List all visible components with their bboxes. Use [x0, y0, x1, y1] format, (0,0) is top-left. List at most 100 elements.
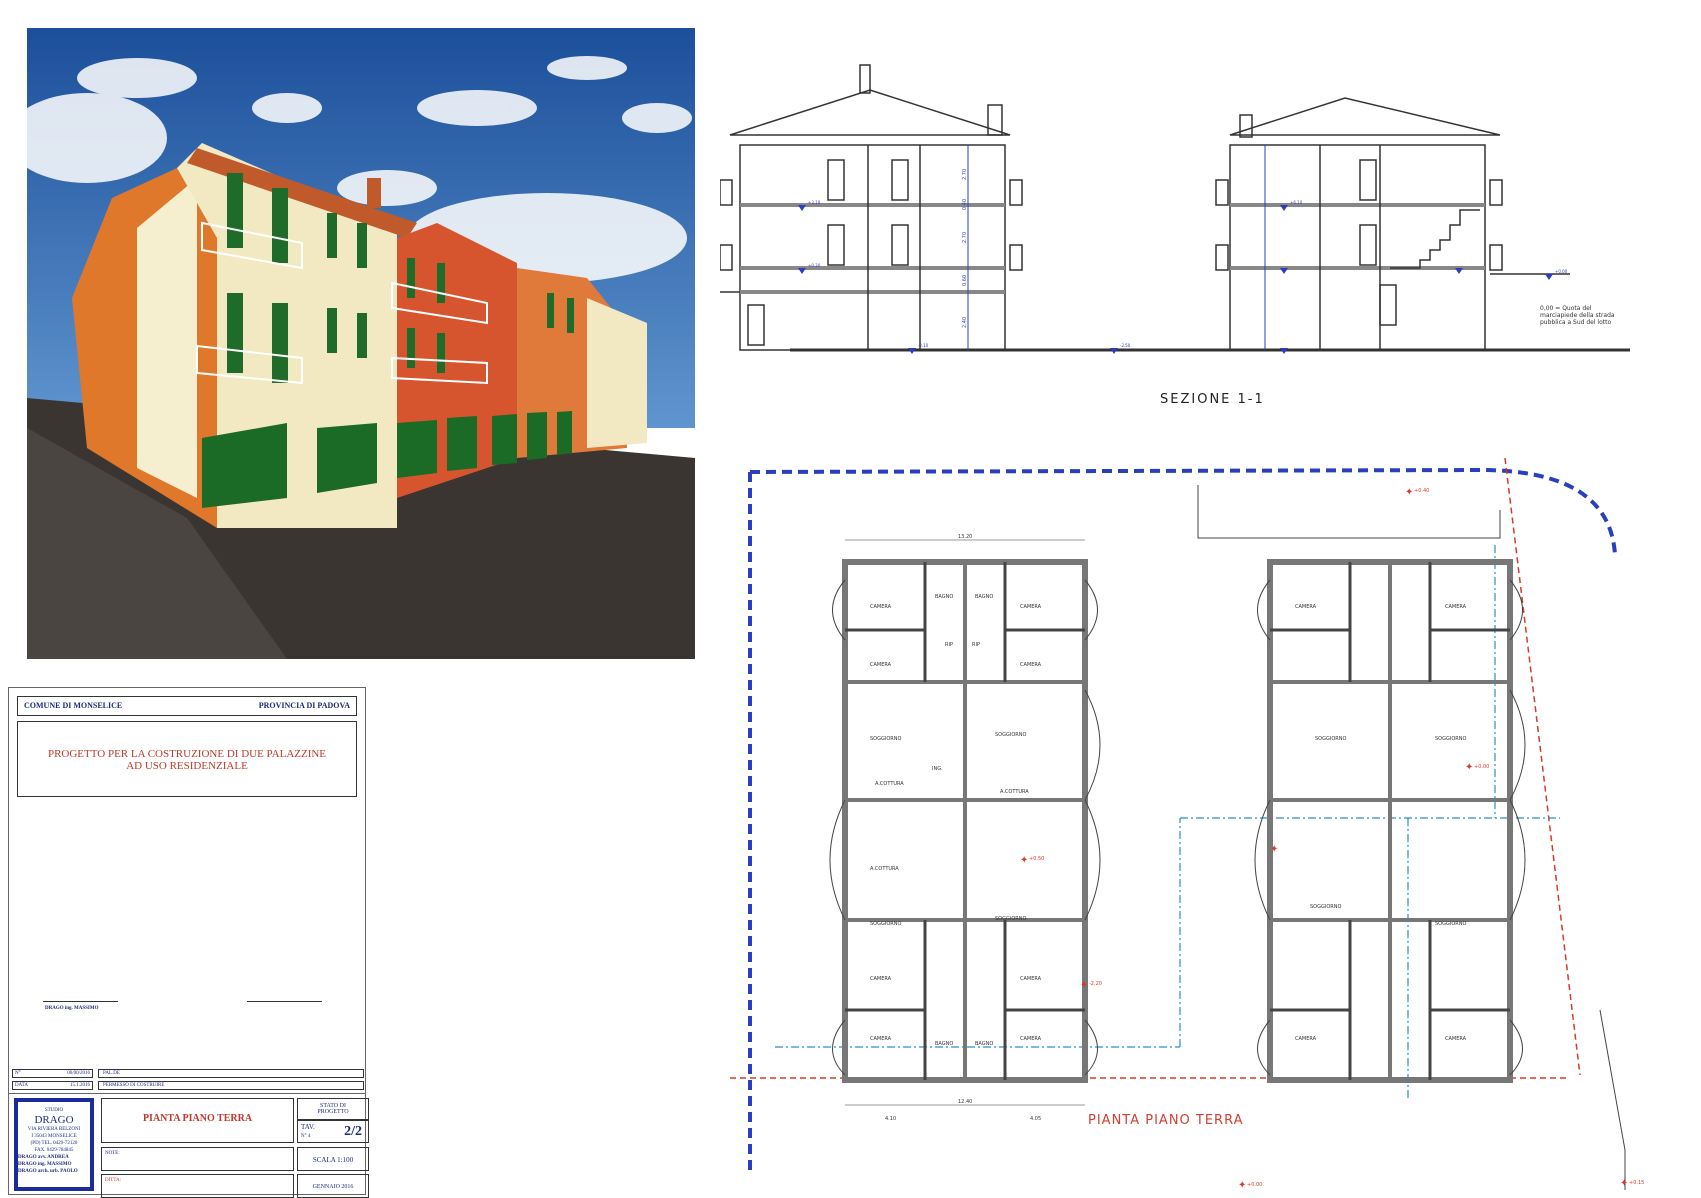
level-label: -2.20	[1089, 981, 1102, 987]
studio-name: DRAGO	[34, 1114, 74, 1126]
dimension-label: 12.40	[958, 1099, 972, 1105]
level-markers: ✦ ✦ ✦ ✦ ✦ ✦ ✦	[1020, 487, 1628, 1191]
tav-sub: N° 4	[301, 1134, 311, 1139]
prot-label: N°	[15, 1071, 21, 1076]
section-title: SEZIONE 1-1	[1160, 392, 1265, 407]
prot-value: 00/00/2016	[67, 1071, 90, 1076]
room-label: CAMERA	[1020, 662, 1042, 668]
room-label: RIP	[972, 642, 980, 648]
data-label: DATA	[15, 1083, 28, 1088]
studio-label: STUDIO	[44, 1108, 64, 1113]
studio-stamp: STUDIO DRAGO VIA RIVIERA BELZONI I 35043…	[14, 1098, 94, 1191]
room-label: CAMERA	[1020, 976, 1042, 982]
level-label: +0.00	[1247, 1182, 1262, 1188]
project-line-2: AD USO RESIDENZIALE	[126, 760, 248, 772]
studio-person: DRAGO avv. ANDREA	[18, 1155, 69, 1160]
row1-label: PAL.DE	[103, 1071, 120, 1076]
level-label: +0.40	[1414, 488, 1429, 494]
ditta-label: DITTA:	[105, 1178, 121, 1183]
svg-text:✦: ✦	[1620, 1178, 1628, 1189]
studio-address: I 35043 MONSELICE	[31, 1134, 77, 1139]
room-label: RIP	[945, 642, 953, 648]
level-label: +3.10	[808, 200, 821, 205]
room-label: BAGNO	[935, 594, 953, 600]
level-label: +0.30	[808, 263, 821, 268]
scale-label: SCALA 1:100	[312, 1156, 354, 1164]
tav-label: TAV.	[301, 1123, 315, 1131]
room-label: CAMERA	[870, 662, 892, 668]
note-label: NOTE:	[105, 1151, 120, 1156]
room-label: A.COTTURA	[875, 781, 904, 787]
room-label: CAMERA	[870, 976, 892, 982]
svg-text:✦: ✦	[1080, 980, 1088, 991]
room-label: SOGGIORNO	[995, 916, 1026, 922]
plan-building-b	[1255, 562, 1525, 1080]
height-label: 2.70	[962, 169, 968, 180]
studio-address: (PD) TEL. 0429-72120	[30, 1141, 78, 1146]
room-label: CAMERA	[870, 604, 892, 610]
dimension-label: 13.20	[958, 534, 972, 540]
room-label: A.COTTURA	[1000, 789, 1029, 795]
room-label: SOGGIORNO	[1435, 921, 1466, 927]
room-label: CAMERA	[1295, 1036, 1317, 1042]
dimension-label: 4.05	[1030, 1116, 1041, 1122]
level-label: +0.15	[1629, 1180, 1644, 1186]
studio-person: DRAGO ing. MASSIMO	[18, 1162, 72, 1167]
level-markers	[798, 205, 1553, 354]
room-label: SOGGIORNO	[995, 732, 1026, 738]
level-label: -2.10	[918, 343, 929, 348]
section-drawing: 2.70 0.40 2.70 0.60 2.40 +3.10 +0.30 -2.…	[720, 64, 1630, 354]
row2-label: PERMESSO DI COSTRUIRE	[103, 1083, 165, 1088]
title-block: COMUNE DI MONSELICE PROVINCIA DI PADOVA …	[8, 687, 369, 1198]
data-value: 15.1.2016	[70, 1083, 90, 1088]
project-line-1: PROGETTO PER LA COSTRUZIONE DI DUE PALAZ…	[47, 748, 327, 760]
level-label: -2.50	[1120, 343, 1131, 348]
section-building-2	[1215, 97, 1570, 351]
tav-value: 2/2	[344, 1124, 362, 1139]
room-label: SOGGIORNO	[1435, 736, 1466, 742]
room-label: BAGNO	[975, 594, 993, 600]
room-label: ING.	[932, 766, 943, 772]
room-label: A.COTTURA	[870, 866, 899, 872]
dimension-label: 4.10	[885, 1116, 896, 1122]
room-label: CAMERA	[1445, 604, 1467, 610]
provincia-label: PROVINCIA DI PADOVA	[258, 701, 350, 710]
section-note: 0,00 = Quota del marciapiede della strad…	[1540, 305, 1615, 326]
room-label: CAMERA	[1295, 604, 1317, 610]
room-label: BAGNO	[975, 1041, 993, 1047]
svg-text:✦: ✦	[1238, 1180, 1246, 1191]
room-label: CAMERA	[1445, 1036, 1467, 1042]
date-label: GENNAIO 2016	[312, 1184, 354, 1190]
room-label: BAGNO	[935, 1041, 953, 1047]
studio-address: FAX. 0429-784845	[34, 1148, 74, 1153]
section-building-1	[720, 64, 1023, 351]
studio-address: VIA RIVIERA BELZONI	[27, 1127, 81, 1132]
level-label: +6.10	[1290, 200, 1303, 205]
room-label: SOGGIORNO	[1315, 736, 1346, 742]
svg-text:✦: ✦	[1020, 855, 1028, 866]
plan-title: PIANTA PIANO TERRA	[1088, 1113, 1244, 1128]
room-label: CAMERA	[1020, 1036, 1042, 1042]
level-label: +0.00	[1555, 269, 1568, 274]
signature-label: DRAGO ing. MASSIMO	[45, 1006, 99, 1011]
level-label: +0.50	[1029, 856, 1044, 862]
plan-building-a	[829, 559, 1101, 1083]
stato-label: STATO DI PROGETTO	[317, 1103, 349, 1115]
height-label: 2.40	[962, 317, 968, 328]
room-label: CAMERA	[1020, 604, 1042, 610]
height-label: 0.60	[962, 275, 968, 286]
lot-boundary	[749, 467, 1617, 556]
building-rendering	[27, 28, 695, 659]
room-label: SOGGIORNO	[870, 921, 901, 927]
height-label: 0.40	[962, 199, 968, 210]
drawing-title: PIANTA PIANO TERRA	[142, 1113, 253, 1124]
level-label: +0.00	[1474, 764, 1489, 770]
floor-plan: ✦ ✦ ✦ ✦ ✦ ✦ ✦ +0.40 +0.00 +0.50 -2.20 +0.00…	[730, 457, 1644, 1191]
height-label: 2.70	[962, 232, 968, 243]
svg-text:✦: ✦	[1405, 487, 1413, 498]
comune-label: COMUNE DI MONSELICE	[24, 701, 123, 710]
room-label: CAMERA	[870, 1036, 892, 1042]
svg-text:✦: ✦	[1270, 844, 1278, 855]
height-dimensions: 2.70 0.40 2.70 0.60 2.40	[962, 169, 968, 328]
studio-person: DRAGO arch. urb. PAOLO	[18, 1169, 78, 1174]
